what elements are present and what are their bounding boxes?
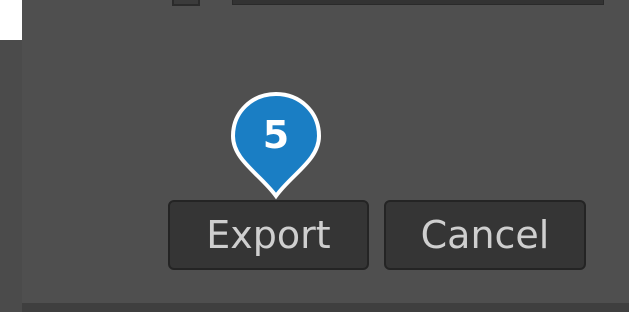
background-window-edge (0, 40, 22, 312)
export-button[interactable]: Export (168, 200, 369, 270)
path-field[interactable] (232, 0, 604, 5)
option-checkbox[interactable] (172, 0, 200, 6)
cancel-button[interactable]: Cancel (384, 200, 586, 270)
dialog-bottom-edge (22, 303, 629, 312)
step-marker: 5 (230, 90, 322, 200)
background-window (0, 0, 22, 40)
step-number: 5 (262, 113, 290, 157)
screen: Export Cancel 5 (0, 0, 629, 312)
